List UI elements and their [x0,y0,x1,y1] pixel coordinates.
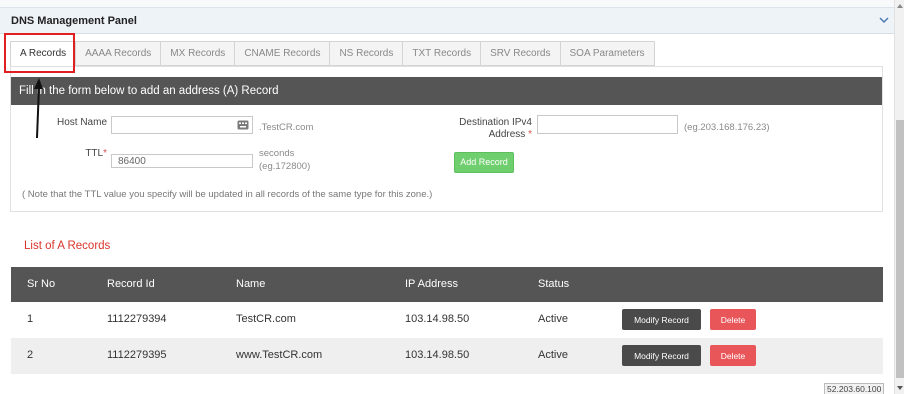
row-ip-address: 103.14.98.50 [405,313,470,325]
destination-label-line1: Destination IPv4 [459,117,532,128]
table-row: 2 1112279395 www.TestCR.com 103.14.98.50… [11,338,883,374]
tab-aaaa-records[interactable]: AAAA Records [76,41,162,66]
row-name: TestCR.com [236,313,296,325]
row-sr-no: 1 [27,313,34,325]
top-strip [0,0,894,8]
row-status: Active [538,313,568,325]
scroll-up-arrow-icon[interactable] [896,2,904,10]
row-name: www.TestCR.com [236,349,323,361]
host-name-label: Host Name [56,117,107,128]
ttl-label: TTL* [60,148,107,159]
destination-example: (eg.203.168.176.23) [684,122,770,133]
tab-txt-records[interactable]: TXT Records [403,41,482,66]
col-name: Name [236,278,266,290]
delete-record-button[interactable]: Delete [710,309,756,330]
form-header: Fill in the form below to add an address… [11,77,882,105]
col-status: Status [538,278,570,290]
row-record-id: 1112279395 [107,349,167,361]
row-sr-no: 2 [27,349,34,361]
vertical-scrollbar[interactable] [894,0,904,394]
records-table: Sr No Record Id Name IP Address Status 1… [11,267,883,374]
modify-record-button[interactable]: Modify Record [622,345,701,366]
host-name-input[interactable] [111,116,253,134]
ttl-unit: seconds [259,148,295,159]
col-ip-address: IP Address [405,278,458,290]
destination-required-mark: * [528,129,532,140]
chevron-down-icon[interactable] [877,13,891,27]
record-type-tabs: A Records AAAA Records MX Records CNAME … [10,41,655,67]
tab-soa-parameters[interactable]: SOA Parameters [560,41,655,66]
destination-ip-input[interactable] [537,115,678,134]
add-record-button[interactable]: Add Record [454,152,514,173]
ttl-note: ( Note that the TTL value you specify wi… [22,189,433,200]
ttl-example: (eg.172800) [259,161,311,172]
host-suffix: .TestCR.com [259,122,314,133]
destination-label: Destination IPv4 Address * [420,117,532,141]
ttl-input[interactable] [111,154,253,168]
tab-ns-records[interactable]: NS Records [330,41,404,66]
keyboard-icon[interactable] [237,119,249,131]
table-header: Sr No Record Id Name IP Address Status [11,267,883,302]
tab-cname-records[interactable]: CNAME Records [235,41,331,66]
server-ip-badge: 52.203.60.100 [824,383,885,394]
col-record-id: Record Id [107,278,155,290]
tab-a-records[interactable]: A Records [10,41,77,67]
ttl-label-text: TTL [85,148,104,159]
destination-label-line2: Address [488,129,526,140]
scroll-down-arrow-icon[interactable] [896,384,904,392]
table-row: 1 1112279394 TestCR.com 103.14.98.50 Act… [11,302,883,338]
row-ip-address: 103.14.98.50 [405,349,470,361]
tab-mx-records[interactable]: MX Records [161,41,236,66]
delete-record-button[interactable]: Delete [710,345,756,366]
tab-srv-records[interactable]: SRV Records [481,41,561,66]
modify-record-button[interactable]: Modify Record [622,309,701,330]
panel-title: DNS Management Panel [11,15,137,27]
panel-header[interactable]: DNS Management Panel [0,8,894,34]
scroll-thumb[interactable] [896,120,904,378]
row-record-id: 1112279394 [107,313,167,325]
ttl-required-mark: * [103,148,107,159]
annotation-arrow-icon [34,78,43,139]
row-status: Active [538,349,568,361]
col-sr-no: Sr No [27,278,56,290]
list-title: List of A Records [24,240,111,252]
